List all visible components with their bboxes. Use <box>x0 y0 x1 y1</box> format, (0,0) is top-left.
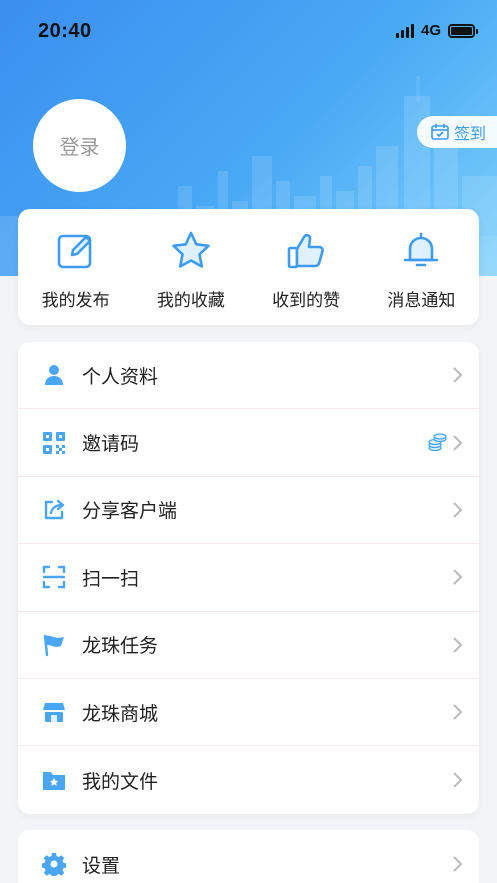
chevron-right-icon <box>453 772 463 788</box>
qr-code-icon <box>43 431 65 454</box>
star-icon <box>172 231 210 268</box>
menu-item-invite-code[interactable]: 邀请码 <box>18 409 479 477</box>
chevron-right-icon <box>453 637 463 653</box>
status-time: 20:40 <box>38 20 92 42</box>
menu-item-dragonball-store[interactable]: 龙珠商城 <box>18 679 479 747</box>
status-indicators: 4G <box>395 22 478 39</box>
quick-action-label: 我的发布 <box>41 291 110 311</box>
chevron-right-icon <box>453 704 463 720</box>
quick-action-notifications[interactable]: 消息通知 <box>364 209 479 325</box>
chevron-right-icon <box>453 367 463 383</box>
calendar-check-icon <box>431 124 449 140</box>
chevron-right-icon <box>453 569 463 586</box>
signal-icon <box>395 23 414 38</box>
share-icon <box>44 499 65 520</box>
menu-item-dragonball-tasks[interactable]: 龙珠任务 <box>18 612 479 679</box>
menu-item-profile[interactable]: 个人资料 <box>18 342 479 410</box>
coins-icon <box>428 432 447 451</box>
thumbs-up-icon <box>287 233 325 269</box>
scan-icon <box>42 566 66 589</box>
menu-item-scan[interactable]: 扫一扫 <box>18 544 479 612</box>
bell-icon <box>404 232 439 267</box>
menu-list: 个人资料 邀请码 分享客户端 扫一扫 龙珠任务 龙珠商城 我的文件 <box>18 342 479 814</box>
login-label: 登录 <box>59 135 100 159</box>
chevron-right-icon <box>453 856 463 872</box>
menu-item-settings[interactable]: 设置 <box>18 830 479 883</box>
network-type: 4G <box>420 22 441 39</box>
settings-card: 设置 <box>18 830 479 883</box>
chevron-right-icon <box>453 502 463 518</box>
store-icon <box>43 703 65 723</box>
status-bar: 20:40 4G <box>0 0 497 64</box>
menu-item-label: 邀请码 <box>82 433 140 456</box>
checkin-button[interactable]: 签到 <box>417 116 497 148</box>
menu-item-label: 扫一扫 <box>82 567 140 590</box>
person-icon <box>45 365 63 386</box>
quick-action-my-favorites[interactable]: 我的收藏 <box>133 209 248 325</box>
battery-icon <box>448 23 478 38</box>
menu-item-label: 我的文件 <box>82 770 159 793</box>
quick-action-label: 消息通知 <box>387 291 456 311</box>
login-avatar-button[interactable]: 登录 <box>33 99 126 192</box>
menu-item-label: 龙珠任务 <box>82 635 159 658</box>
menu-item-my-files[interactable]: 我的文件 <box>18 746 479 813</box>
quick-action-label: 收到的赞 <box>272 291 341 311</box>
menu-item-label: 个人资料 <box>82 365 159 388</box>
menu-item-label: 龙珠商城 <box>82 702 159 725</box>
flag-icon <box>43 634 64 656</box>
gear-icon <box>42 853 66 876</box>
menu-item-share-client[interactable]: 分享客户端 <box>18 477 479 545</box>
quick-action-likes-received[interactable]: 收到的赞 <box>249 209 364 325</box>
edit-icon <box>57 234 91 269</box>
menu-item-label: 分享客户端 <box>82 500 178 523</box>
chevron-right-icon <box>453 434 463 451</box>
quick-actions-card: 我的发布 我的收藏 收到的赞 消息通知 <box>18 209 479 325</box>
menu-item-label: 设置 <box>82 854 121 877</box>
quick-action-label: 我的收藏 <box>156 291 225 311</box>
folder-icon <box>43 772 65 791</box>
quick-action-my-posts[interactable]: 我的发布 <box>18 209 133 325</box>
checkin-label: 签到 <box>454 124 487 143</box>
